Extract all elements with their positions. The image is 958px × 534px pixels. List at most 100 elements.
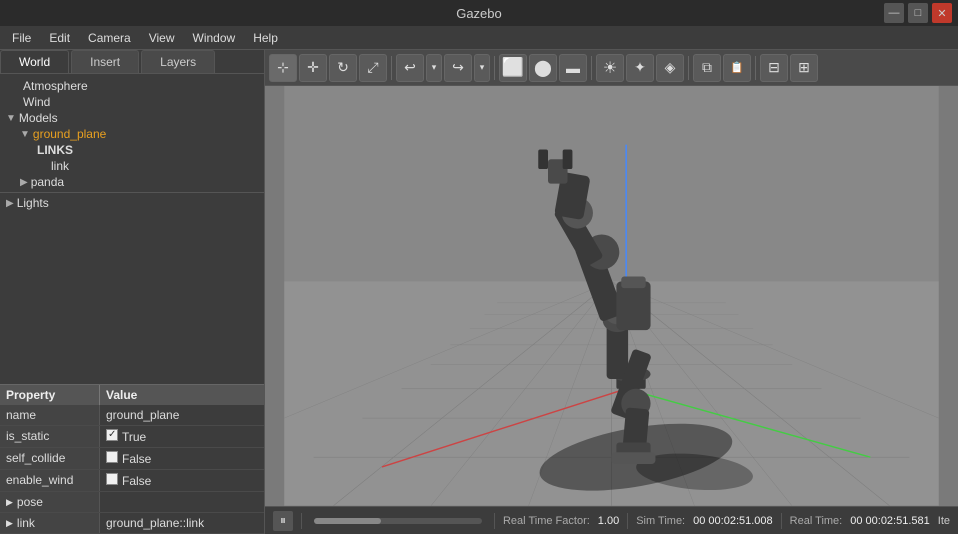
status-ite: Ite: [938, 515, 950, 527]
tree-item-label: Lights: [17, 196, 49, 210]
toolbar: ⊹ ✛ ↻ ⤢ ↩ ▾ ↪ ▾ ⬜ ⬤ ▬ ☀ ✦ ◈ ⧉ 📋 ⊟: [265, 50, 958, 86]
rotate-tool-button[interactable]: ↻: [329, 54, 357, 82]
tree-item-label: ground_plane: [33, 127, 106, 141]
prop-val-link: ground_plane::link: [100, 513, 264, 533]
titlebar: Gazebo — □ ✕: [0, 0, 958, 26]
copy-button[interactable]: ⧉: [693, 54, 721, 82]
tab-world[interactable]: World: [0, 50, 69, 73]
app-title: Gazebo: [456, 6, 502, 21]
prop-header: Property Value: [0, 385, 264, 405]
pause-button[interactable]: ⏸: [273, 511, 293, 531]
tree-item-models[interactable]: ▼ Models: [0, 110, 264, 126]
tree-item-label: Wind: [23, 95, 50, 109]
tree-view: Atmosphere Wind ▼ Models ▼ ground_plane …: [0, 74, 264, 384]
menu-view[interactable]: View: [141, 29, 183, 47]
undo-dropdown-button[interactable]: ▾: [426, 54, 442, 82]
expand-arrow: ▼: [6, 113, 16, 124]
toolbar-sep-2: [494, 56, 495, 80]
viewport[interactable]: [265, 86, 958, 506]
prop-val-self-collide[interactable]: False: [100, 448, 264, 469]
menu-help[interactable]: Help: [245, 29, 286, 47]
status-divider-3: [627, 513, 628, 529]
close-button[interactable]: ✕: [932, 3, 952, 23]
tree-item-label: Atmosphere: [23, 79, 88, 93]
prop-row-link[interactable]: ▶link ground_plane::link: [0, 513, 264, 534]
properties-panel: Property Value name ground_plane is_stat…: [0, 384, 264, 534]
left-panel: World Insert Layers Atmosphere Wind ▼ Mo…: [0, 50, 265, 534]
tree-item-wind[interactable]: Wind: [0, 94, 264, 110]
snap-button[interactable]: ⊞: [790, 54, 818, 82]
statusbar: ⏸ Real Time Factor: 1.00 Sim Time: 00 00…: [265, 506, 958, 534]
cylinder-shape-button[interactable]: ▬: [559, 54, 587, 82]
spot-light-button[interactable]: ◈: [656, 54, 684, 82]
expand-arrow: ▶: [6, 198, 14, 209]
prop-row-is-static: is_static True: [0, 426, 264, 448]
paste-button[interactable]: 📋: [723, 54, 751, 82]
prop-row-enable-wind: enable_wind False: [0, 470, 264, 492]
expand-icon-link: ▶: [6, 518, 13, 529]
prop-row-name: name ground_plane: [0, 405, 264, 426]
redo-button[interactable]: ↪: [444, 54, 472, 82]
tree-item-label: LINKS: [37, 143, 73, 157]
expand-icon-pose: ▶: [6, 497, 13, 508]
menu-window[interactable]: Window: [185, 29, 244, 47]
tree-item-lights[interactable]: ▶ Lights: [0, 195, 264, 211]
status-divider-4: [781, 513, 782, 529]
tree-item-label: Models: [19, 111, 58, 125]
progress-bar: [314, 518, 381, 524]
checkbox-self-collide[interactable]: [106, 451, 118, 463]
real-time-value: 00 00:02:51.581: [850, 515, 930, 527]
prop-val-name: ground_plane: [100, 405, 264, 425]
minimize-button[interactable]: —: [884, 3, 904, 23]
tree-item-label: link: [51, 159, 69, 173]
prop-col-value: Value: [100, 385, 264, 405]
tree-item-label: panda: [31, 175, 64, 189]
maximize-button[interactable]: □: [908, 3, 928, 23]
menu-file[interactable]: File: [4, 29, 39, 47]
undo-button[interactable]: ↩: [396, 54, 424, 82]
main-layout: World Insert Layers Atmosphere Wind ▼ Mo…: [0, 50, 958, 534]
prop-val-is-static[interactable]: True: [100, 426, 264, 447]
status-divider-2: [494, 513, 495, 529]
progress-bar-container[interactable]: [314, 518, 482, 524]
window-controls: — □ ✕: [884, 3, 952, 23]
tree-item-links[interactable]: LINKS: [0, 142, 264, 158]
right-panel: ⊹ ✛ ↻ ⤢ ↩ ▾ ↪ ▾ ⬜ ⬤ ▬ ☀ ✦ ◈ ⧉ 📋 ⊟: [265, 50, 958, 534]
prop-row-self-collide: self_collide False: [0, 448, 264, 470]
box-shape-button[interactable]: ⬜: [499, 54, 527, 82]
select-tool-button[interactable]: ⊹: [269, 54, 297, 82]
toolbar-sep-4: [688, 56, 689, 80]
point-light-button[interactable]: ☀: [596, 54, 624, 82]
sphere-shape-button[interactable]: ⬤: [529, 54, 557, 82]
sim-time-value: 00 00:02:51.008: [693, 515, 773, 527]
tab-insert[interactable]: Insert: [71, 50, 139, 73]
rtf-value: 1.00: [598, 515, 619, 527]
menubar: File Edit Camera View Window Help: [0, 26, 958, 50]
expand-arrow: ▶: [20, 177, 28, 188]
expand-arrow: ▼: [20, 129, 30, 140]
menu-edit[interactable]: Edit: [41, 29, 78, 47]
menu-camera[interactable]: Camera: [80, 29, 139, 47]
status-divider-1: [301, 513, 302, 529]
prop-key-enable-wind: enable_wind: [0, 470, 100, 491]
dir-light-button[interactable]: ✦: [626, 54, 654, 82]
rtf-label: Real Time Factor:: [503, 515, 590, 527]
prop-row-pose[interactable]: ▶pose: [0, 492, 264, 513]
translate-tool-button[interactable]: ✛: [299, 54, 327, 82]
redo-dropdown-button[interactable]: ▾: [474, 54, 490, 82]
prop-col-property: Property: [0, 385, 100, 405]
prop-key-pose[interactable]: ▶pose: [0, 492, 100, 512]
align-button[interactable]: ⊟: [760, 54, 788, 82]
tab-layers[interactable]: Layers: [141, 50, 215, 73]
scale-tool-button[interactable]: ⤢: [359, 54, 387, 82]
tree-item-panda[interactable]: ▶ panda: [0, 174, 264, 190]
checkbox-enable-wind[interactable]: [106, 473, 118, 485]
tree-item-atmosphere[interactable]: Atmosphere: [0, 78, 264, 94]
tree-item-ground-plane[interactable]: ▼ ground_plane: [0, 126, 264, 142]
checkbox-is-static[interactable]: [106, 429, 118, 441]
tree-item-link[interactable]: link: [0, 158, 264, 174]
real-time-label: Real Time:: [790, 515, 843, 527]
prop-key-self-collide: self_collide: [0, 448, 100, 469]
prop-val-enable-wind[interactable]: False: [100, 470, 264, 491]
prop-key-link[interactable]: ▶link: [0, 513, 100, 533]
